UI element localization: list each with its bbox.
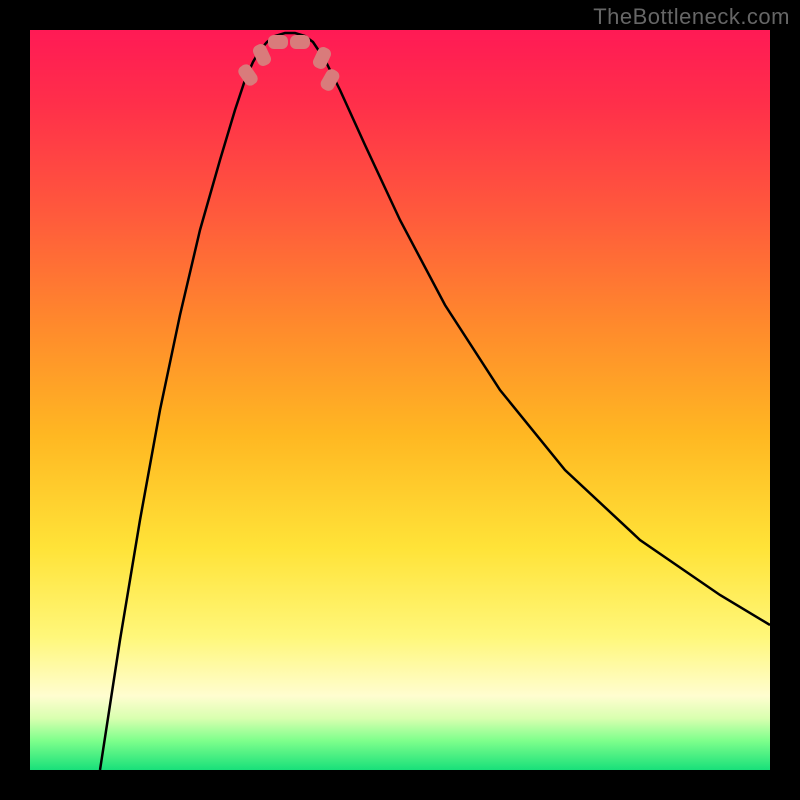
watermark-text: TheBottleneck.com (593, 4, 790, 30)
curve-line (100, 33, 770, 770)
valley-marker (290, 35, 310, 49)
valley-marker (268, 35, 288, 49)
bottleneck-curve (30, 30, 770, 770)
chart-plot-area (30, 30, 770, 770)
